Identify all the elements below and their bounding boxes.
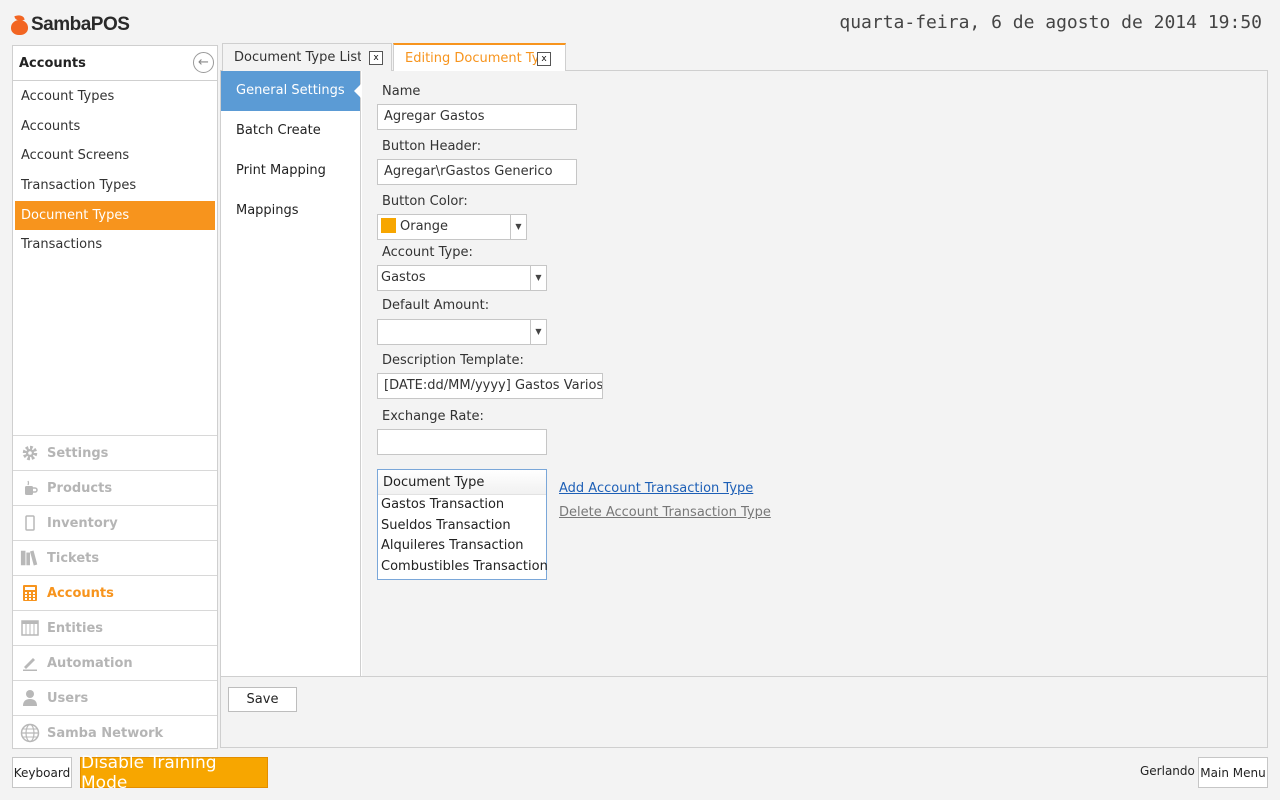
sidebar-item-account-screens[interactable]: Account Screens <box>15 141 215 171</box>
nav-item-settings[interactable]: Settings <box>13 435 217 470</box>
coffee-cup-icon <box>20 478 40 498</box>
keyboard-button[interactable]: Keyboard <box>12 757 72 788</box>
name-label: Name <box>382 84 421 99</box>
tab-label: Editing Document Type <box>405 51 540 66</box>
date-time-display: quarta-feira, 6 de agosto de 2014 19:50 <box>839 12 1262 33</box>
sidebar-sub-list: Account Types Accounts Account Screens T… <box>13 81 217 260</box>
gear-icon <box>20 443 40 463</box>
globe-icon <box>20 723 40 743</box>
list-header: Document Type <box>378 470 546 495</box>
button-color-value: Orange <box>400 219 449 234</box>
close-icon[interactable]: x <box>369 50 383 65</box>
left-sidebar: Accounts ← Account Types Accounts Accoun… <box>12 45 218 749</box>
nav-item-accounts[interactable]: Accounts <box>13 575 217 610</box>
nav-label: Inventory <box>47 515 118 531</box>
exchange-rate-label: Exchange Rate: <box>382 409 484 424</box>
description-template-input[interactable]: [DATE:dd/MM/yyyy] Gastos Varios <box>377 373 603 399</box>
save-button[interactable]: Save <box>228 687 297 712</box>
default-amount-value <box>378 324 381 339</box>
exchange-rate-input[interactable] <box>377 429 547 455</box>
main-nav: Settings Products Inventory Tickets Acco… <box>13 435 217 750</box>
grid-icon <box>20 618 40 638</box>
sidebar-item-transaction-types[interactable]: Transaction Types <box>15 171 215 201</box>
close-icon[interactable]: x <box>537 51 551 66</box>
settings-nav-mappings[interactable]: Mappings <box>221 191 360 231</box>
main-menu-button[interactable]: Main Menu <box>1198 757 1268 788</box>
nav-label: Products <box>47 480 113 496</box>
color-swatch <box>381 218 396 233</box>
nav-label: Entities <box>47 620 104 636</box>
nav-item-products[interactable]: Products <box>13 470 217 505</box>
tab-editing-document-type[interactable]: Editing Document Type x <box>393 43 566 72</box>
sidebar-item-account-types[interactable]: Account Types <box>15 82 215 112</box>
transaction-type-list[interactable]: Document Type Gastos Transaction Sueldos… <box>377 469 548 580</box>
pencil-icon <box>20 653 40 673</box>
sambapos-logo: SambaPOS <box>10 11 130 39</box>
disable-training-mode-button[interactable]: Disable Training Mode <box>80 753 268 793</box>
nav-item-users[interactable]: Users <box>13 680 217 715</box>
tab-label: Document Type List <box>234 50 362 65</box>
button-color-select[interactable]: Orange ▼ <box>377 214 527 240</box>
nav-label: Accounts <box>47 585 114 601</box>
nav-item-tickets[interactable]: Tickets <box>13 540 217 575</box>
default-amount-select[interactable]: ▼ <box>377 319 547 345</box>
chevron-down-icon[interactable]: ▼ <box>530 266 546 290</box>
chevron-down-icon[interactable]: ▼ <box>530 320 546 344</box>
nav-item-samba-network[interactable]: Samba Network <box>13 715 217 750</box>
form-footer <box>221 676 1267 747</box>
settings-nav-print-mapping[interactable]: Print Mapping <box>221 151 360 191</box>
books-icon <box>20 548 40 568</box>
list-item[interactable]: Alquileres Transaction <box>378 536 546 557</box>
nav-item-entities[interactable]: Entities <box>13 610 217 645</box>
list-item[interactable]: Sueldos Transaction <box>378 516 546 537</box>
default-amount-label: Default Amount: <box>382 298 490 313</box>
description-template-label: Description Template: <box>382 353 524 368</box>
list-item[interactable]: Combustibles Transaction <box>378 557 548 578</box>
account-type-select[interactable]: Gastos ▼ <box>377 265 547 291</box>
nav-label: Samba Network <box>47 725 164 741</box>
general-settings-form: Name Agregar Gastos Button Header: Agreg… <box>362 71 1267 676</box>
nav-label: Tickets <box>47 550 100 566</box>
nav-item-inventory[interactable]: Inventory <box>13 505 217 540</box>
button-header-label: Button Header: <box>382 139 482 154</box>
name-input[interactable]: Agregar Gastos <box>377 104 577 130</box>
nav-label: Automation <box>47 655 133 671</box>
account-type-label: Account Type: <box>382 245 473 260</box>
logo-text: SambaPOS <box>31 14 130 35</box>
chevron-down-icon[interactable]: ▼ <box>510 215 526 239</box>
settings-nav: General Settings Batch Create Print Mapp… <box>221 71 361 676</box>
settings-nav-general-settings[interactable]: General Settings <box>221 71 361 111</box>
account-type-value: Gastos <box>381 270 426 285</box>
user-name: Gerlando <box>1140 764 1195 778</box>
phone-icon <box>20 513 40 533</box>
collapse-back-icon[interactable]: ← <box>193 52 214 73</box>
user-icon <box>20 688 40 708</box>
sidebar-item-document-types[interactable]: Document Types <box>15 200 215 231</box>
sidebar-item-transactions[interactable]: Transactions <box>15 230 215 260</box>
list-item[interactable]: Gastos Transaction <box>378 495 546 516</box>
nav-item-automation[interactable]: Automation <box>13 645 217 680</box>
calculator-icon <box>20 583 40 603</box>
nav-label: Users <box>47 690 89 706</box>
settings-nav-batch-create[interactable]: Batch Create <box>221 111 360 151</box>
nav-label: Settings <box>47 445 109 461</box>
sidebar-item-accounts[interactable]: Accounts <box>15 112 215 142</box>
sidebar-header: Accounts ← <box>13 46 217 81</box>
tab-bar: Document Type List x Editing Document Ty… <box>222 43 567 72</box>
add-account-transaction-type-link[interactable]: Add Account Transaction Type <box>559 481 753 496</box>
delete-account-transaction-type-link[interactable]: Delete Account Transaction Type <box>559 505 771 520</box>
tab-document-type-list[interactable]: Document Type List x <box>222 43 392 71</box>
button-color-label: Button Color: <box>382 194 468 209</box>
sidebar-title: Accounts <box>19 56 86 71</box>
button-header-input[interactable]: Agregar\rGastos Generico <box>377 159 577 185</box>
apple-icon <box>10 13 30 35</box>
